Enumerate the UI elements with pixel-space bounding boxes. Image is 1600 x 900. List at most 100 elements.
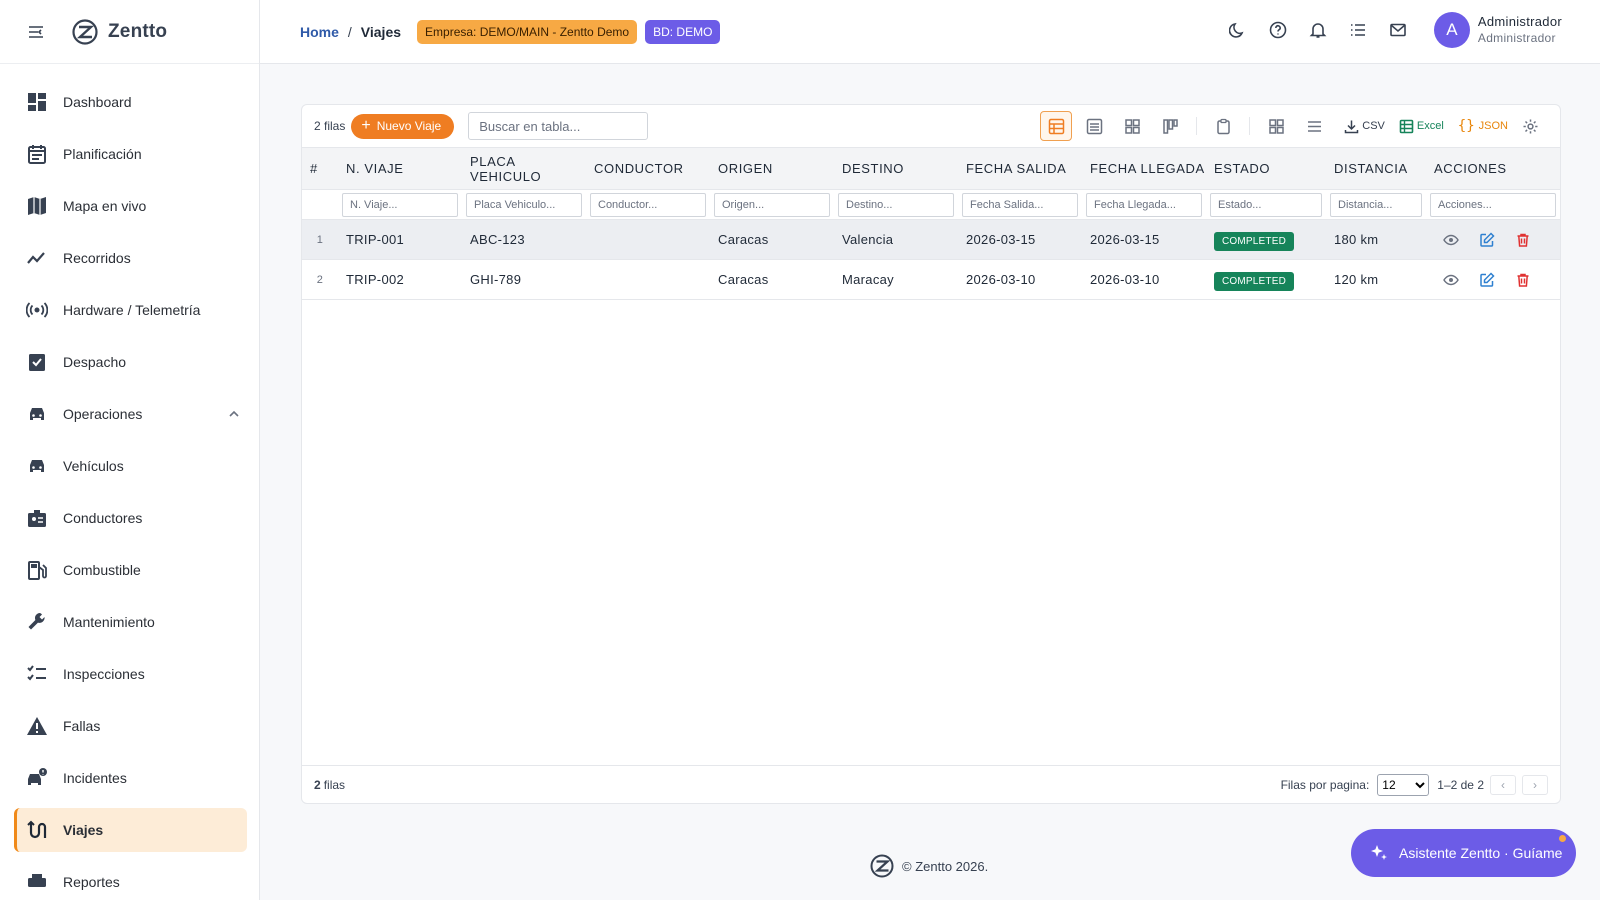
toolbar-divider (1249, 117, 1251, 135)
sidebar-item-fallas[interactable]: Fallas (14, 704, 247, 748)
row-index: 1 (316, 233, 324, 246)
table-row[interactable]: 2 TRIP-002 GHI-789 Caracas Maracay 2026-… (302, 259, 1560, 300)
status-badge: COMPLETED (1214, 232, 1295, 251)
tasks-list-icon[interactable] (1348, 20, 1368, 40)
column-header-acciones[interactable]: ACCIONES (1426, 147, 1560, 190)
column-header-distancia[interactable]: DISTANCIA (1326, 147, 1426, 190)
filter-distancia-input[interactable] (1330, 192, 1422, 217)
breadcrumb-home[interactable]: Home (300, 24, 339, 40)
table-view-button[interactable] (1040, 111, 1073, 141)
column-header-salida[interactable]: FECHA SALIDA (958, 147, 1082, 190)
sidebar-item-label: Vehículos (63, 458, 124, 474)
cell-placa: ABC-123 (470, 232, 525, 247)
copy-clipboard-button[interactable] (1207, 111, 1239, 141)
density-button[interactable] (1260, 111, 1292, 141)
sidebar-item-label: Conductores (63, 510, 143, 526)
company-chip[interactable]: Empresa: DEMO/MAIN - Zentto Demo (417, 19, 638, 44)
clipboard-icon (1217, 118, 1230, 134)
sidebar-item-incidentes[interactable]: Incidentes (14, 756, 247, 800)
brand-name: Zentto (108, 20, 168, 42)
delete-icon[interactable] (1514, 271, 1532, 289)
column-header-conductor[interactable]: CONDUCTOR (586, 147, 710, 190)
sidebar-item-viajes[interactable]: Viajes (14, 808, 247, 852)
footer-count-number: 2 (314, 777, 321, 792)
database-chip[interactable]: BD: DEMO (645, 19, 721, 44)
edit-icon[interactable] (1478, 231, 1496, 249)
column-header-origen[interactable]: ORIGEN (710, 147, 834, 190)
filter-acciones-input[interactable] (1430, 192, 1556, 217)
notifications-icon[interactable] (1308, 20, 1328, 40)
filter-placa-input[interactable] (466, 192, 582, 217)
sidebar-item-vehiculos[interactable]: Vehículos (14, 444, 247, 488)
top-actions: A Administrador Administrador (1228, 12, 1562, 48)
trips-table-card: 2 filas + Nuevo Viaje CSV Excel {}JSON (301, 104, 1561, 804)
sidebar-item-combustible[interactable]: Combustible (14, 548, 247, 592)
kanban-view-button[interactable] (1154, 111, 1186, 141)
collapse-menu-icon[interactable] (26, 22, 46, 42)
sidebar-item-reportes[interactable]: Reportes (14, 860, 247, 900)
filter-salida-input[interactable] (962, 192, 1078, 217)
assistant-button[interactable]: Asistente Zentto · Guíame (1351, 829, 1576, 877)
filter-destino-input[interactable] (838, 192, 954, 217)
cell-viaje: TRIP-002 (346, 272, 405, 287)
column-header-llegada[interactable]: FECHA LLEGADA (1082, 147, 1206, 190)
columns-button[interactable] (1298, 111, 1330, 141)
sidebar-item-mantenimiento[interactable]: Mantenimiento (14, 600, 247, 644)
mail-icon[interactable] (1388, 20, 1408, 40)
export-excel-button[interactable]: Excel (1399, 119, 1444, 134)
sidebar-item-conductores[interactable]: Conductores (14, 496, 247, 540)
sidebar-item-dashboard[interactable]: Dashboard (14, 80, 247, 124)
view-tools: CSV Excel {} JSON (1034, 111, 1546, 141)
cell-destino: Maracay (842, 272, 894, 287)
cell-llegada: 2026-03-10 (1090, 272, 1160, 287)
list-view-button[interactable] (1078, 111, 1110, 141)
new-trip-button[interactable]: + Nuevo Viaje (351, 113, 455, 139)
next-page-button[interactable]: › (1522, 775, 1548, 795)
chevron-up-icon[interactable] (227, 407, 241, 421)
filter-origen-input[interactable] (714, 192, 830, 217)
delete-icon[interactable] (1514, 231, 1532, 249)
prev-page-button[interactable]: ‹ (1490, 775, 1516, 795)
sidebar-item-label: Hardware / Telemetría (63, 302, 201, 318)
help-icon[interactable] (1268, 20, 1288, 40)
csv-label: CSV (1362, 120, 1385, 132)
sidebar-item-operaciones[interactable]: Operaciones (14, 392, 247, 436)
column-header-destino[interactable]: DESTINO (834, 147, 958, 190)
dark-mode-icon[interactable] (1228, 20, 1248, 40)
sidebar-item-mapa[interactable]: Mapa en vivo (14, 184, 247, 228)
sidebar-item-planificacion[interactable]: Planificación (14, 132, 247, 176)
sidebar-item-despacho[interactable]: Despacho (14, 340, 247, 384)
incident-icon (28, 768, 47, 785)
sidebar-item-hardware[interactable]: Hardware / Telemetría (14, 288, 247, 332)
filter-estado-input[interactable] (1210, 192, 1322, 217)
sidebar-item-recorridos[interactable]: Recorridos (14, 236, 247, 280)
column-header-estado[interactable]: ESTADO (1206, 147, 1326, 190)
settings-button[interactable] (1514, 111, 1546, 141)
export-json-button[interactable]: {} JSON (1458, 118, 1508, 134)
edit-icon[interactable] (1478, 271, 1496, 289)
cell-placa: GHI-789 (470, 272, 522, 287)
filter-conductor-input[interactable] (590, 192, 706, 217)
page-range: 1–2 de 2 (1437, 778, 1484, 792)
view-icon[interactable] (1442, 231, 1460, 249)
filter-viaje-input[interactable] (342, 192, 458, 217)
filter-cell-index (302, 189, 338, 220)
user-info[interactable]: Administrador Administrador (1478, 14, 1562, 46)
column-header-viaje[interactable]: N. VIAJE (338, 147, 462, 190)
table-toolbar: 2 filas + Nuevo Viaje CSV Excel {}JSON (302, 105, 1560, 147)
sidebar-item-inspecciones[interactable]: Inspecciones (14, 652, 247, 696)
rows-per-page-select[interactable]: 12 (1377, 774, 1430, 796)
cell-acciones (1426, 260, 1560, 300)
car-icon (30, 460, 44, 472)
filter-llegada-input[interactable] (1086, 192, 1202, 217)
filter-cell (834, 189, 958, 220)
grid-view-button[interactable] (1116, 111, 1148, 141)
export-csv-button[interactable]: CSV (1344, 119, 1385, 134)
sparkles-icon (1371, 845, 1387, 860)
column-header-placa[interactable]: PLACA VEHICULO (462, 147, 586, 190)
filter-cell (1082, 189, 1206, 220)
view-icon[interactable] (1442, 271, 1460, 289)
table-search-input[interactable] (468, 112, 649, 140)
table-row[interactable]: 1 TRIP-001 ABC-123 Caracas Valencia 2026… (302, 219, 1560, 260)
avatar[interactable]: A (1433, 12, 1470, 48)
